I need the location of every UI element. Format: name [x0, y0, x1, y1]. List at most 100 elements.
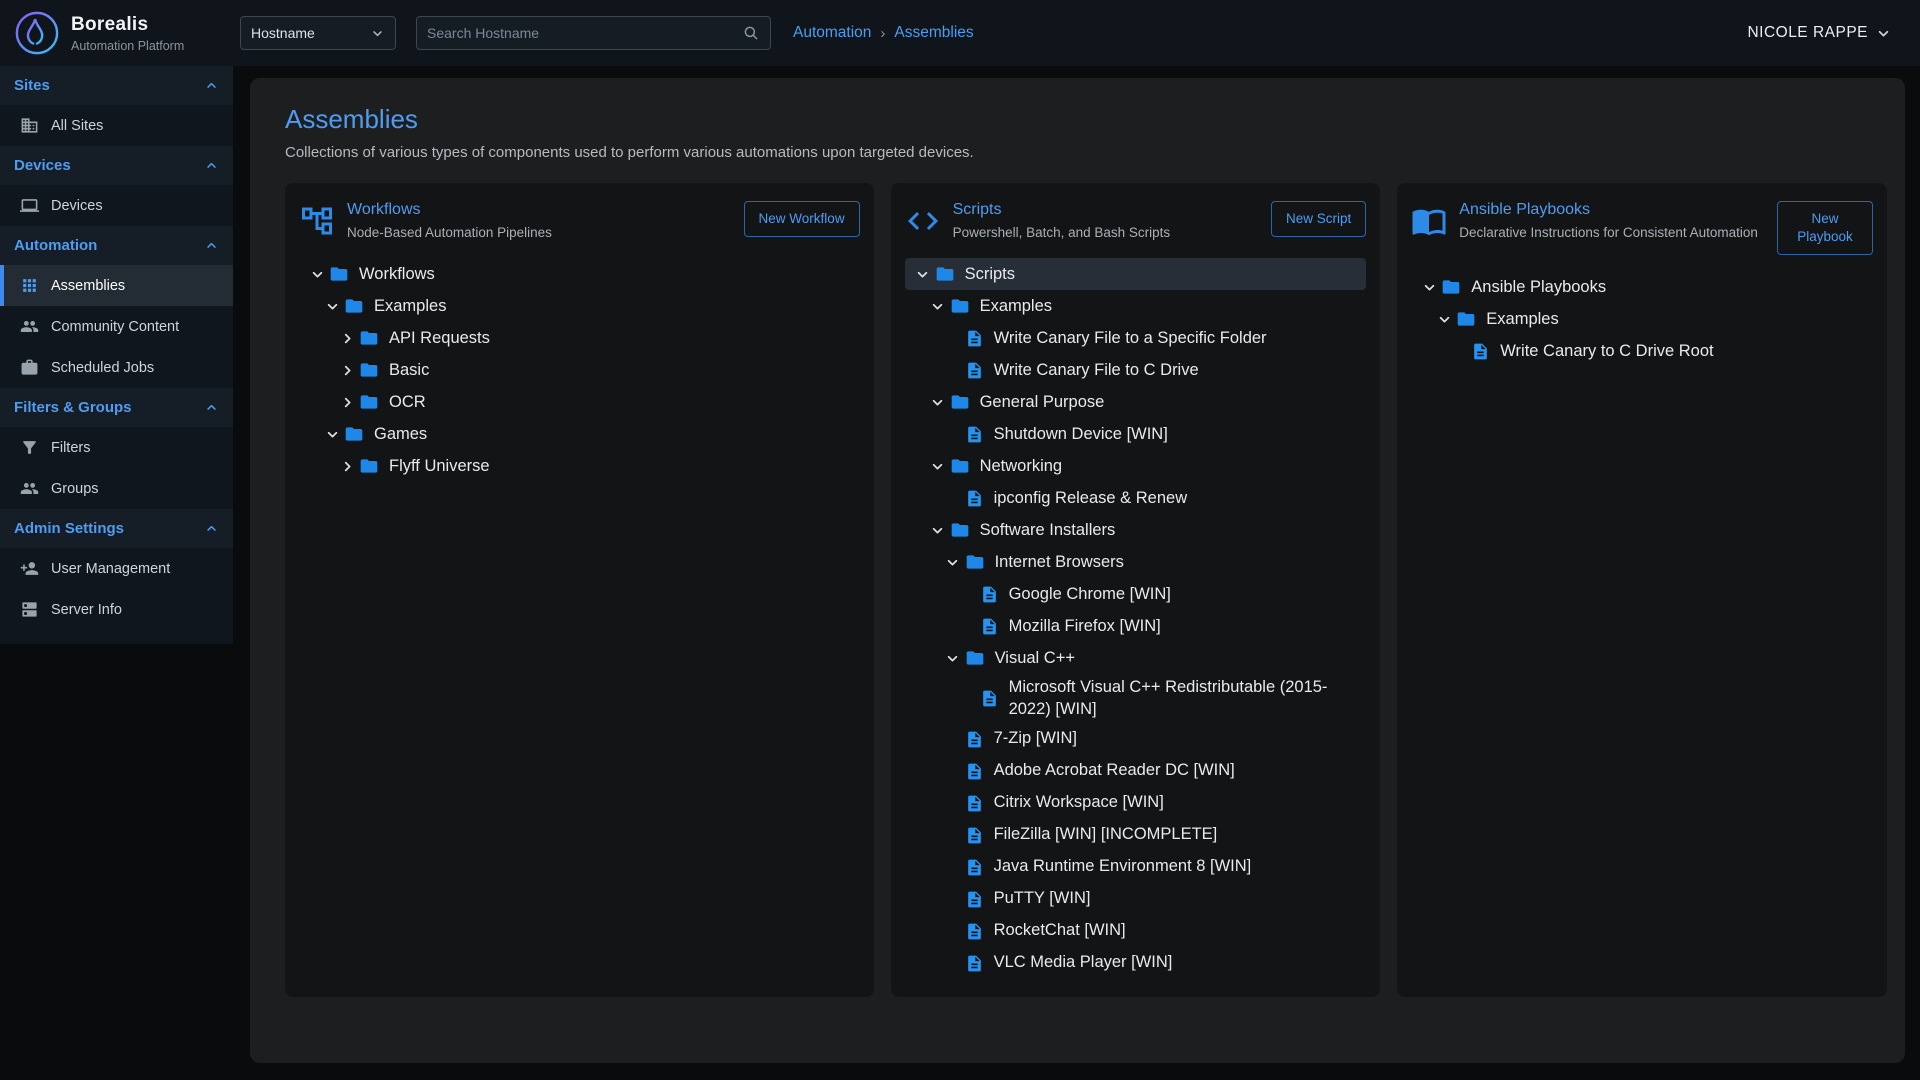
chevron-down-icon[interactable] — [941, 554, 965, 571]
user-name: NICOLE RAPPE — [1747, 24, 1868, 42]
sidebar-section-sites[interactable]: Sites — [0, 66, 233, 105]
tree-folder-internet-browsers[interactable]: Internet Browsers — [905, 546, 1367, 578]
tree-folder-api-requests[interactable]: API Requests — [299, 322, 860, 354]
tree-file-write-canary-file-to-c-drive[interactable]: Write Canary File to C Drive — [905, 354, 1367, 386]
new-workflow-button[interactable]: New Workflow — [744, 201, 860, 237]
section-label: Admin Settings — [14, 520, 124, 537]
sidebar-item-all-sites[interactable]: All Sites — [0, 105, 233, 146]
sidebar-section-devices[interactable]: Devices — [0, 146, 233, 185]
chevron-right-icon[interactable] — [335, 394, 359, 411]
tree-file-ipconfig-release-renew[interactable]: ipconfig Release & Renew — [905, 482, 1367, 514]
tree-folder-basic[interactable]: Basic — [299, 354, 860, 386]
tree-file-putty-win[interactable]: PuTTY [WIN] — [905, 883, 1367, 915]
code-icon — [905, 203, 941, 239]
sidebar-section-automation[interactable]: Automation — [0, 226, 233, 265]
sidebar-item-community-content[interactable]: Community Content — [0, 306, 233, 347]
file-icon — [965, 794, 984, 813]
chevron-right-icon[interactable] — [335, 362, 359, 379]
sidebar-section-filters-groups[interactable]: Filters & Groups — [0, 388, 233, 427]
file-icon — [965, 954, 984, 973]
scheduled-jobs-icon — [20, 358, 39, 377]
tree-folder-games[interactable]: Games — [299, 418, 860, 450]
tree-folder-workflows[interactable]: Workflows — [299, 258, 860, 290]
tree-file-shutdown-device-win[interactable]: Shutdown Device [WIN] — [905, 418, 1367, 450]
chevron-right-icon[interactable] — [335, 458, 359, 475]
chevron-down-icon[interactable] — [320, 426, 344, 443]
chevron-down-icon[interactable] — [926, 298, 950, 315]
tree-folder-ocr[interactable]: OCR — [299, 386, 860, 418]
sidebar-item-devices[interactable]: Devices — [0, 185, 233, 226]
chevron-down-icon[interactable] — [305, 266, 329, 283]
tree-file-rocketchat-win[interactable]: RocketChat [WIN] — [905, 915, 1367, 947]
tree-item-label: Workflows — [359, 261, 435, 288]
tree-file-vlc-media-player-win[interactable]: VLC Media Player [WIN] — [905, 947, 1367, 979]
sidebar-section-admin-settings[interactable]: Admin Settings — [0, 509, 233, 548]
user-menu[interactable]: NICOLE RAPPE — [1747, 24, 1892, 42]
folder-icon — [344, 424, 364, 444]
tree-file-google-chrome-win[interactable]: Google Chrome [WIN] — [905, 578, 1367, 610]
tree-folder-flyff-universe[interactable]: Flyff Universe — [299, 450, 860, 482]
tree-folder-examples[interactable]: Examples — [905, 290, 1367, 322]
tree-item-label: FileZilla [WIN] [INCOMPLETE] — [994, 821, 1218, 848]
tree-file-write-canary-file-to-a-specific-folder[interactable]: Write Canary File to a Specific Folder — [905, 322, 1367, 354]
tree-item-label: Flyff Universe — [389, 453, 490, 480]
folder-icon — [950, 520, 970, 540]
tree-file-citrix-workspace-win[interactable]: Citrix Workspace [WIN] — [905, 787, 1367, 819]
ansible-playbooks-card: Ansible Playbooks Declarative Instructio… — [1397, 183, 1887, 997]
tree-file-filezilla-win-incomplete[interactable]: FileZilla [WIN] [INCOMPLETE] — [905, 819, 1367, 851]
tree-folder-ansible-playbooks[interactable]: Ansible Playbooks — [1411, 271, 1873, 303]
tree-folder-examples[interactable]: Examples — [299, 290, 860, 322]
chevron-down-icon[interactable] — [1432, 311, 1456, 328]
chevron-down-icon[interactable] — [911, 266, 935, 283]
tree-file-mozilla-firefox-win[interactable]: Mozilla Firefox [WIN] — [905, 610, 1367, 642]
tree-folder-examples[interactable]: Examples — [1411, 303, 1873, 335]
page-description: Collections of various types of componen… — [285, 144, 1887, 161]
tree-file-adobe-acrobat-reader-dc-win[interactable]: Adobe Acrobat Reader DC [WIN] — [905, 755, 1367, 787]
groups-icon — [20, 479, 39, 498]
tree-folder-general-purpose[interactable]: General Purpose — [905, 386, 1367, 418]
chevron-down-icon[interactable] — [941, 650, 965, 667]
tree-item-label: Adobe Acrobat Reader DC [WIN] — [994, 757, 1235, 784]
search-input[interactable] — [427, 25, 742, 41]
chevron-down-icon[interactable] — [1417, 279, 1441, 296]
chevron-down-icon[interactable] — [320, 298, 344, 315]
chevron-down-icon[interactable] — [926, 522, 950, 539]
topbar: Borealis Automation Platform Hostname Au… — [0, 0, 1920, 66]
breadcrumb-automation[interactable]: Automation — [793, 24, 871, 42]
new-script-button[interactable]: New Script — [1271, 201, 1366, 237]
new-playbook-button[interactable]: New Playbook — [1777, 201, 1873, 255]
sidebar-item-assemblies[interactable]: Assemblies — [0, 265, 233, 306]
file-icon — [965, 361, 984, 380]
sidebar-item-filters[interactable]: Filters — [0, 427, 233, 468]
hostname-select[interactable]: Hostname — [240, 16, 396, 50]
breadcrumb-assemblies[interactable]: Assemblies — [894, 24, 973, 42]
sidebar-item-server-info[interactable]: Server Info — [0, 589, 233, 630]
scripts-card: Scripts Powershell, Batch, and Bash Scri… — [891, 183, 1381, 997]
search-icon[interactable] — [742, 24, 760, 42]
chevron-up-icon — [204, 78, 219, 93]
devices-icon — [20, 196, 39, 215]
chevron-right-icon[interactable] — [335, 330, 359, 347]
tree-item-label: General Purpose — [980, 389, 1105, 416]
tree-file-microsoft-visual-c-redistributable-2015-2022-win[interactable]: Microsoft Visual C++ Redistributable (20… — [905, 674, 1367, 723]
tree-folder-software-installers[interactable]: Software Installers — [905, 514, 1367, 546]
tree-file-7-zip-win[interactable]: 7-Zip [WIN] — [905, 723, 1367, 755]
sidebar-item-label: Devices — [51, 198, 103, 214]
sidebar-item-user-management[interactable]: User Management — [0, 548, 233, 589]
tree-item-label: Internet Browsers — [995, 549, 1124, 576]
breadcrumb-separator: › — [880, 25, 885, 42]
tree-file-java-runtime-environment-8-win[interactable]: Java Runtime Environment 8 [WIN] — [905, 851, 1367, 883]
folder-icon — [1441, 277, 1461, 297]
tree-folder-scripts[interactable]: Scripts — [905, 258, 1367, 290]
sidebar-item-scheduled-jobs[interactable]: Scheduled Jobs — [0, 347, 233, 388]
folder-icon — [344, 296, 364, 316]
tree-item-label: Write Canary File to C Drive — [994, 357, 1199, 384]
tree-folder-visual-c[interactable]: Visual C++ — [905, 642, 1367, 674]
chevron-down-icon[interactable] — [926, 458, 950, 475]
tree-folder-networking[interactable]: Networking — [905, 450, 1367, 482]
tree-file-write-canary-to-c-drive-root[interactable]: Write Canary to C Drive Root — [1411, 335, 1873, 367]
sidebar-item-groups[interactable]: Groups — [0, 468, 233, 509]
breadcrumb: Automation › Assemblies — [793, 24, 974, 42]
chevron-down-icon[interactable] — [926, 394, 950, 411]
tree-item-label: Google Chrome [WIN] — [1009, 581, 1171, 608]
